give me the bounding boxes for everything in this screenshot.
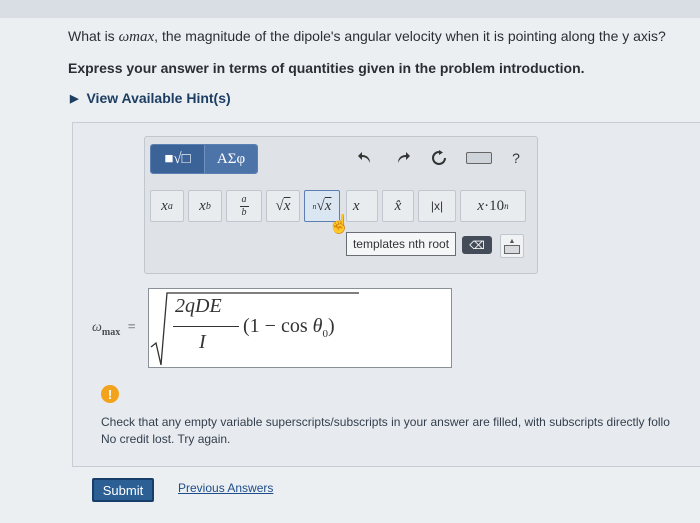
scientific-notation-button[interactable]: x ·10 n	[460, 190, 526, 222]
cosine-expression: (1 − cos θ0)	[243, 315, 335, 340]
keyboard-icon[interactable]	[464, 148, 494, 168]
keyboard-toggle-button[interactable]: ▲	[500, 234, 524, 258]
page-header-strip	[0, 0, 700, 18]
mini-keyboard-icon	[504, 245, 520, 254]
undo-icon[interactable]	[354, 146, 376, 170]
tooltip: templates nth root	[346, 232, 456, 256]
answer-expression: 2qDE I (1 − cos θ0)	[149, 289, 451, 367]
feedback-message: Check that any empty variable superscrip…	[101, 415, 670, 446]
templates-button[interactable]: ■√□	[151, 145, 204, 173]
warning-icon: !	[101, 385, 119, 403]
superscript-button[interactable]: xa	[150, 190, 184, 222]
fraction-button[interactable]: ab	[226, 190, 262, 222]
fraction-numerator: 2qDE	[175, 295, 222, 317]
help-button[interactable]: ?	[506, 146, 526, 170]
subscript-button[interactable]: xb	[188, 190, 222, 222]
toolbar-template-group: ■√□ ΑΣφ	[150, 144, 258, 174]
expand-triangle-icon: ▶	[70, 92, 79, 105]
question-text: What is ωmax, the magnitude of the dipol…	[68, 28, 666, 45]
omega-max-symbol: ωmax	[118, 29, 155, 45]
fraction-bar	[173, 326, 239, 327]
vector-button[interactable]: x⃗	[346, 190, 378, 222]
fraction-denominator: I	[199, 331, 206, 353]
unit-vector-button[interactable]: x̂	[382, 190, 414, 222]
hints-label: View Available Hint(s)	[86, 90, 231, 106]
submit-button[interactable]: Submit	[92, 478, 154, 502]
reset-icon[interactable]	[428, 146, 450, 170]
absolute-value-button[interactable]: |x|	[418, 190, 456, 222]
previous-answers-link[interactable]: Previous Answers	[178, 481, 273, 495]
answer-variable-label: ωmax =	[92, 320, 136, 338]
answer-input[interactable]: 2qDE I (1 − cos θ0)	[148, 288, 452, 368]
redo-icon[interactable]	[392, 146, 414, 170]
instruction-text: Express your answer in terms of quantiti…	[68, 60, 585, 76]
clear-button[interactable]: ⌫	[462, 236, 492, 254]
square-root-button[interactable]: √ x	[266, 190, 300, 222]
view-hints-toggle[interactable]: ▶ View Available Hint(s)	[70, 90, 231, 106]
backspace-x-icon: ⌫	[469, 239, 485, 252]
greek-symbols-button[interactable]: ΑΣφ	[203, 145, 257, 173]
arrow-up-icon: ▲	[508, 238, 516, 245]
